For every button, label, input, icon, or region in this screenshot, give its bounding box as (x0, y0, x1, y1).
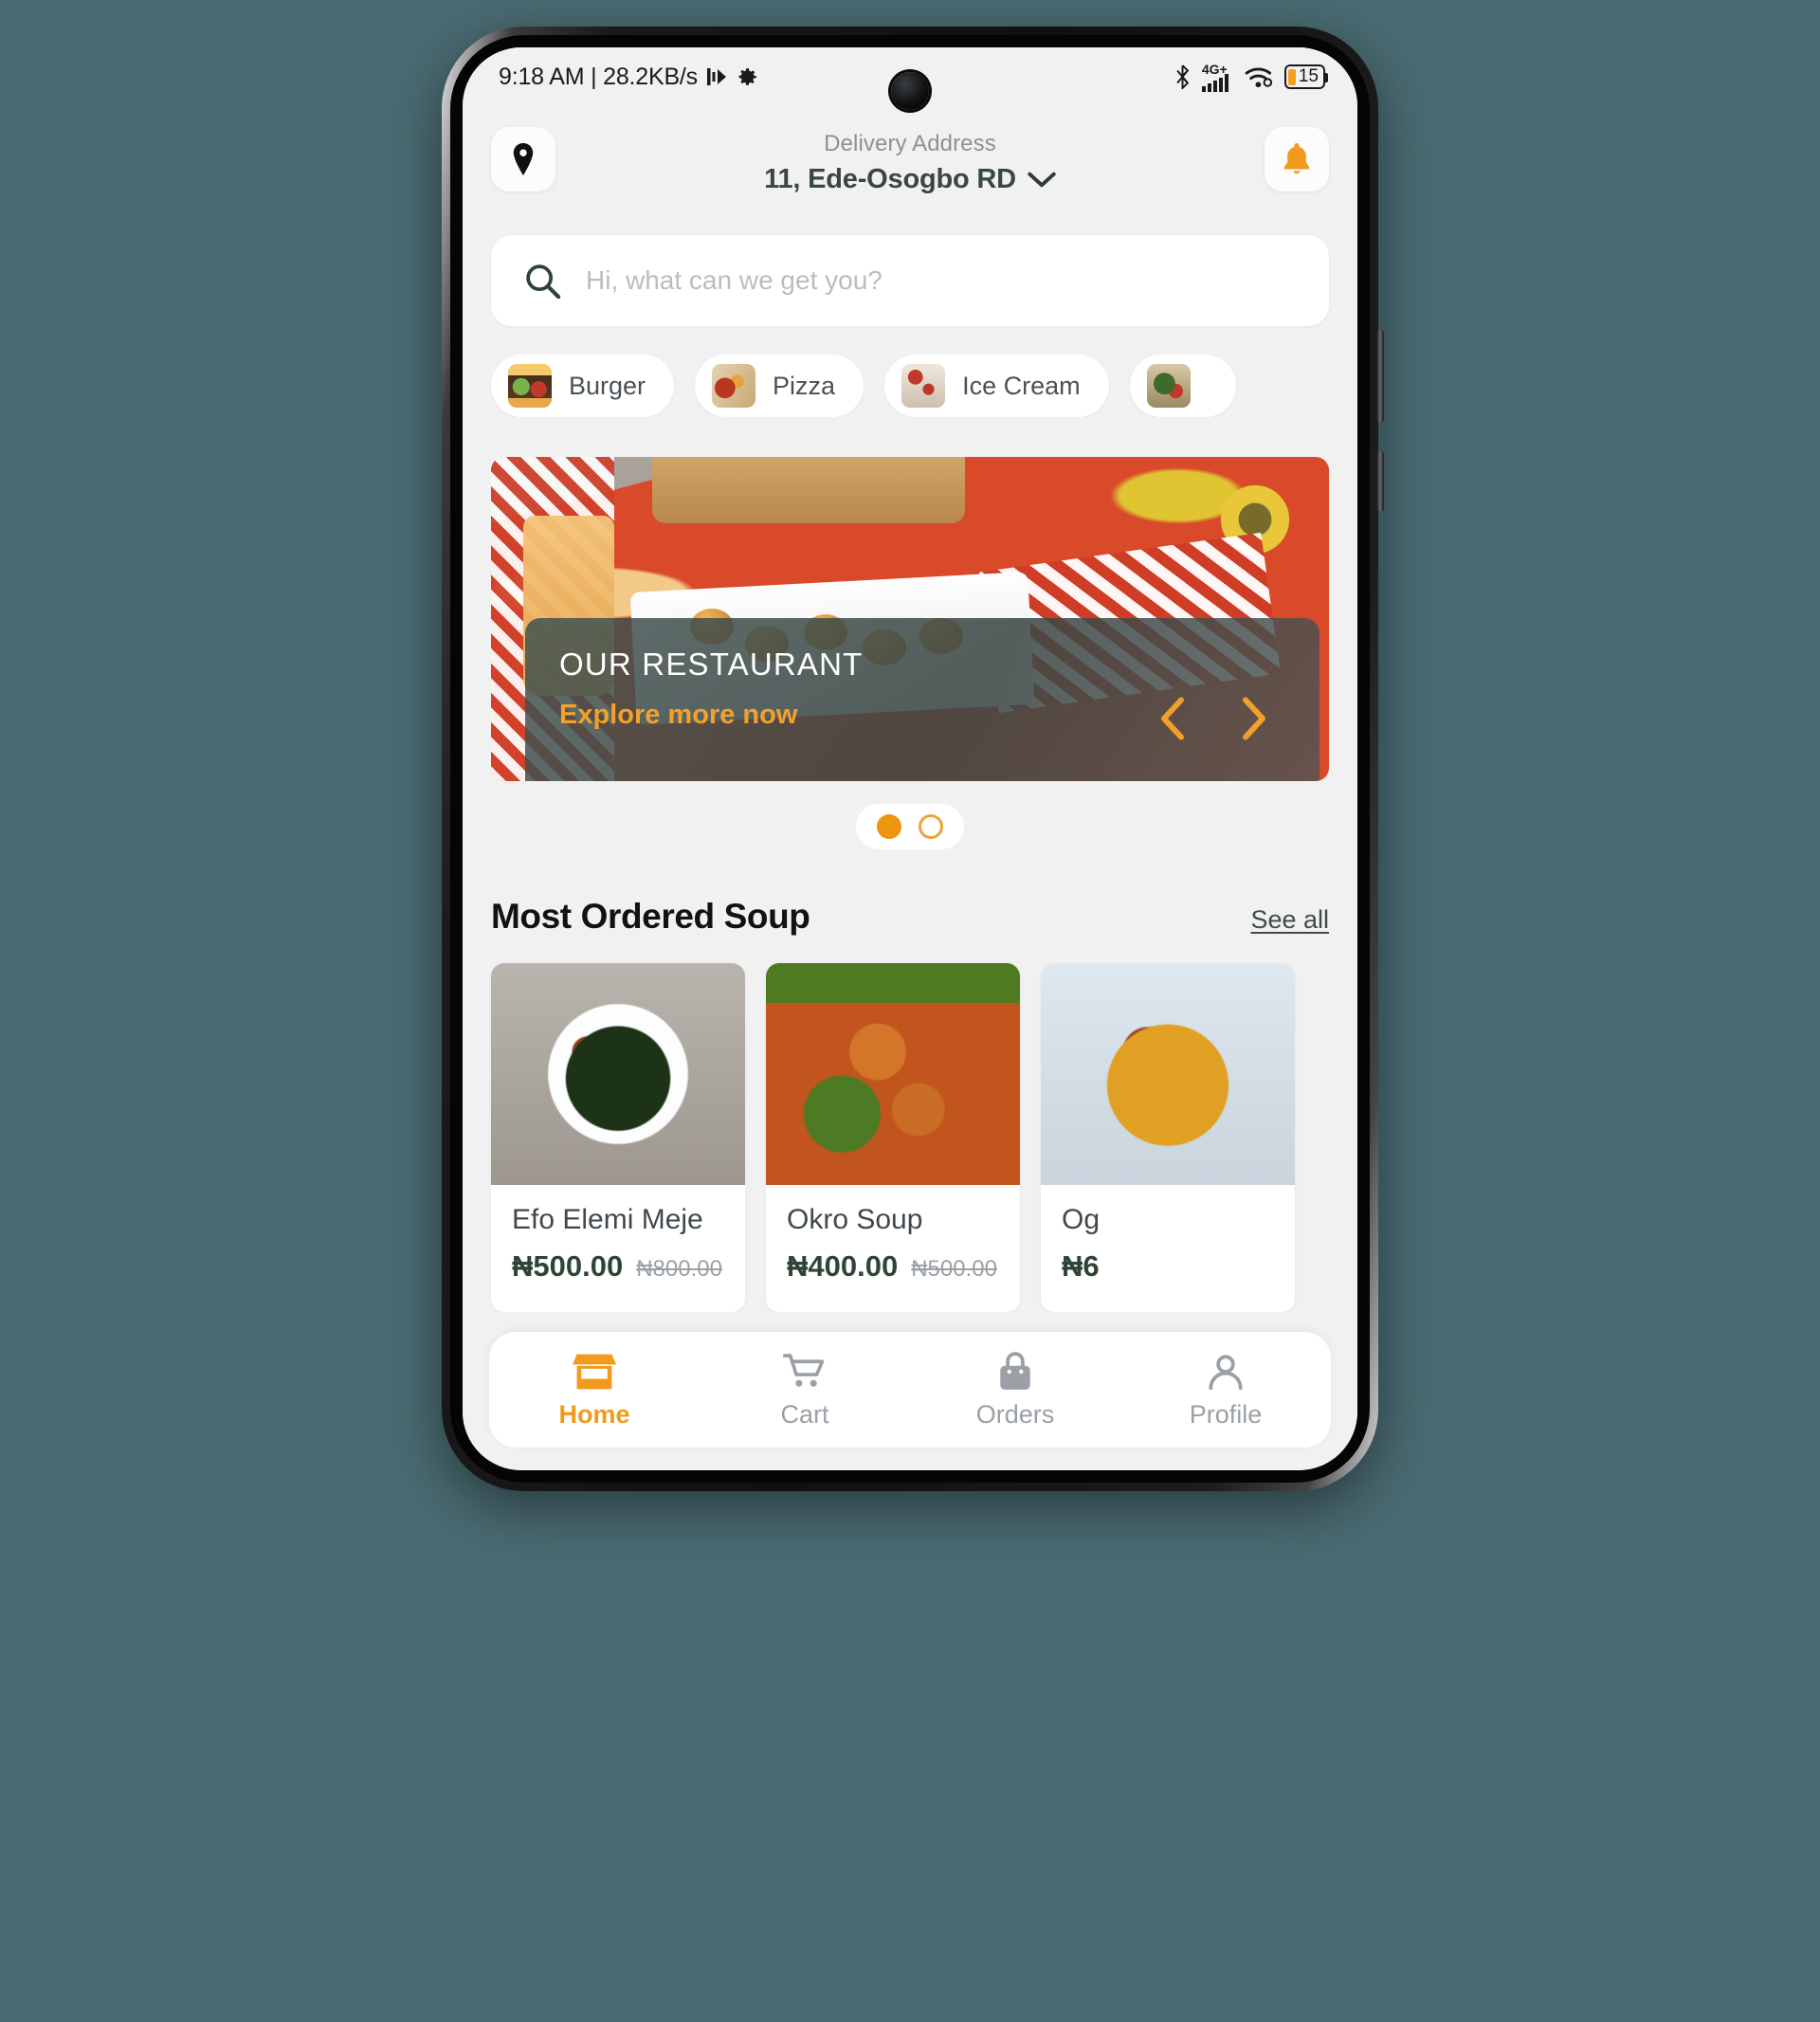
category-label: Pizza (773, 371, 836, 400)
banner-nav-controls (1156, 696, 1270, 741)
chevron-right-icon[interactable] (1238, 696, 1270, 741)
product-image (1041, 963, 1295, 1185)
phone-device: 9:18 AM | 28.2KB/s 4G+ 15 Delivery Addre… (442, 27, 1384, 1491)
gear-icon (738, 67, 756, 85)
banner-title: OUR RESTAURANT (559, 647, 864, 682)
vegetable-thumbnail-icon (1146, 364, 1191, 408)
delivery-address-block[interactable]: Delivery Address 11, Ede-Osogbo RD (555, 127, 1265, 195)
search-bar[interactable]: Hi, what can we get you? (491, 235, 1329, 326)
category-chip-pizza[interactable]: Pizza (695, 355, 864, 417)
chevron-down-icon[interactable] (1028, 171, 1056, 189)
product-old-price: ₦500.00 (911, 1256, 997, 1282)
bell-icon (1283, 143, 1310, 174)
promo-banner-section: OUR RESTAURANT Explore more now (463, 417, 1357, 781)
product-name: Efo Elemi Meje (512, 1204, 703, 1235)
burger-thumbnail-icon (508, 364, 552, 408)
category-chip-ice-cream[interactable]: Ice Cream (884, 355, 1109, 417)
product-card-list[interactable]: Efo Elemi Meje ₦500.00 ₦800.00 Okro Soup… (463, 937, 1357, 1312)
product-image (491, 963, 745, 1185)
product-name: Og (1062, 1204, 1101, 1235)
nav-label: Orders (975, 1399, 1055, 1429)
see-all-link[interactable]: See all (1250, 905, 1329, 935)
product-card-body: Efo Elemi Meje ₦500.00 ₦800.00 (491, 1185, 745, 1312)
app-header: Delivery Address 11, Ede-Osogbo RD (463, 106, 1357, 195)
product-price: ₦400.00 (787, 1249, 899, 1283)
section-header: Most Ordered Soup See all (463, 849, 1357, 937)
banner-decor-bread (652, 457, 965, 523)
nav-label: Home (558, 1399, 630, 1429)
category-label: Burger (569, 371, 646, 400)
location-pin-icon (513, 143, 534, 175)
product-price-row: ₦6 (1062, 1249, 1274, 1284)
carousel-indicator-wrap (463, 804, 1357, 849)
product-card[interactable]: Og ₦6 (1041, 963, 1295, 1312)
delivery-address-value: 11, Ede-Osogbo RD (764, 164, 1016, 194)
product-image (766, 963, 1020, 1185)
carousel-indicators[interactable] (856, 804, 964, 849)
status-bar: 9:18 AM | 28.2KB/s 4G+ 15 (463, 47, 1357, 110)
category-chip-partial[interactable] (1129, 355, 1236, 417)
battery-icon: 15 (1283, 64, 1329, 89)
carousel-dot-inactive[interactable] (919, 814, 943, 839)
bluetooth-icon (1176, 64, 1190, 89)
pizza-thumbnail-icon (712, 364, 756, 408)
page-title: Most Ordered Soup (491, 897, 810, 936)
data-transfer-icon (706, 68, 726, 85)
storefront-icon (573, 1354, 616, 1389)
carousel-dot-active[interactable] (877, 814, 901, 839)
notification-button[interactable] (1265, 127, 1329, 191)
shopping-bag-icon (1000, 1351, 1030, 1390)
search-icon (526, 264, 561, 300)
product-card-body: Og ₦6 (1041, 1185, 1295, 1312)
product-price-row: ₦400.00 ₦500.00 (787, 1249, 999, 1284)
status-time-and-datarate: 9:18 AM | 28.2KB/s (499, 63, 698, 90)
front-camera (891, 72, 929, 110)
product-old-price: ₦800.00 (636, 1256, 722, 1282)
delivery-address-row[interactable]: 11, Ede-Osogbo RD (555, 164, 1265, 195)
chevron-left-icon[interactable] (1156, 696, 1189, 741)
search-section: Hi, what can we get you? (463, 195, 1357, 326)
power-button[interactable] (1377, 451, 1384, 512)
shopping-cart-icon (783, 1353, 825, 1387)
signal-bars-icon (1201, 73, 1228, 92)
nav-item-profile[interactable]: Profile (1120, 1351, 1331, 1430)
volume-button[interactable] (1377, 330, 1384, 423)
product-name: Okro Soup (787, 1204, 923, 1235)
wifi-icon (1245, 66, 1272, 87)
app-content: Delivery Address 11, Ede-Osogbo RD Hi, w… (463, 106, 1357, 1470)
category-chip-burger[interactable]: Burger (491, 355, 675, 417)
nav-item-orders[interactable]: Orders (910, 1351, 1120, 1430)
status-bar-right: 4G+ 15 (1174, 63, 1329, 92)
battery-level-label: 15 (1298, 66, 1319, 86)
bottom-navigation-wrap: Home Cart Orders Profile (489, 1332, 1331, 1448)
search-input[interactable]: Hi, what can we get you? (586, 265, 883, 296)
phone-screen: 9:18 AM | 28.2KB/s 4G+ 15 Delivery Addre… (463, 47, 1357, 1470)
product-card[interactable]: Okro Soup ₦400.00 ₦500.00 (766, 963, 1020, 1312)
nav-label: Cart (780, 1399, 829, 1429)
delivery-address-label: Delivery Address (824, 131, 996, 156)
nav-label: Profile (1189, 1399, 1263, 1429)
cellular-signal: 4G+ (1201, 63, 1234, 92)
person-icon (1209, 1354, 1243, 1390)
product-card[interactable]: Efo Elemi Meje ₦500.00 ₦800.00 (491, 963, 745, 1312)
bottom-navigation: Home Cart Orders Profile (489, 1332, 1331, 1448)
ice-cream-thumbnail-icon (901, 364, 946, 408)
battery-fill (1287, 68, 1296, 85)
banner-overlay: OUR RESTAURANT Explore more now (525, 618, 1320, 781)
category-chip-list[interactable]: Burger Pizza Ice Cream (463, 326, 1357, 417)
product-price: ₦6 (1062, 1249, 1100, 1283)
product-price: ₦500.00 (512, 1249, 624, 1283)
product-card-body: Okro Soup ₦400.00 ₦500.00 (766, 1185, 1020, 1312)
status-bar-left: 9:18 AM | 28.2KB/s (499, 64, 759, 91)
promo-banner[interactable]: OUR RESTAURANT Explore more now (491, 457, 1329, 781)
category-label: Ice Cream (962, 371, 1081, 400)
product-price-row: ₦500.00 ₦800.00 (512, 1249, 724, 1284)
nav-item-cart[interactable]: Cart (700, 1351, 910, 1430)
location-button[interactable] (491, 127, 555, 191)
nav-item-home[interactable]: Home (489, 1351, 700, 1430)
